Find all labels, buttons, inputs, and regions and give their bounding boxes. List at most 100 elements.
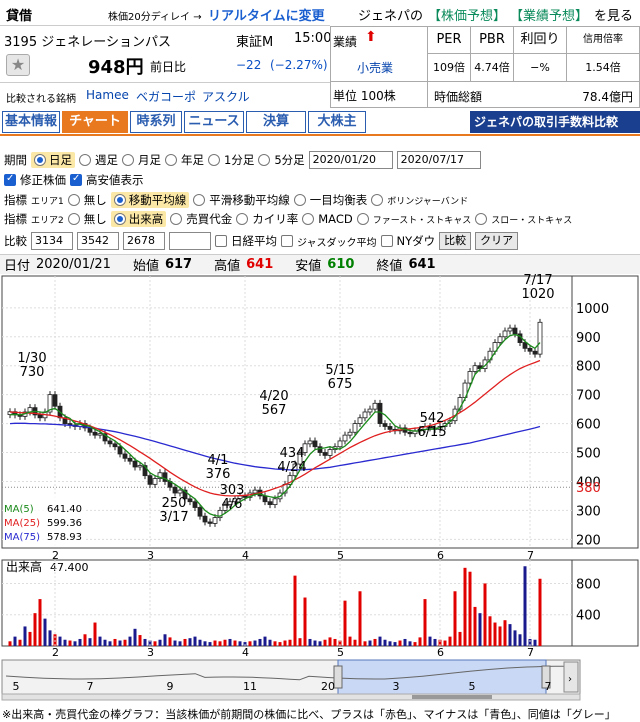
volume-bar [33, 613, 37, 646]
ind1-ma[interactable]: 移動平均線 [110, 192, 190, 208]
ind2-slow-stoch-radio[interactable] [475, 213, 488, 225]
ind2-deviation[interactable]: カイリ率 [252, 211, 298, 227]
legend-name: MA(25) [4, 518, 40, 529]
volume-bar [378, 636, 382, 646]
period-5min[interactable]: 5分足 [274, 152, 304, 168]
volume-bar [178, 641, 182, 646]
tab-shareholders[interactable]: 大株主 [308, 111, 366, 133]
ind2-fast-stoch-radio[interactable] [356, 213, 369, 225]
period-5min-radio[interactable] [258, 154, 271, 166]
candle-body [192, 501, 198, 508]
y-tick-label: 500 [576, 447, 601, 462]
period-monthly-radio[interactable] [122, 154, 134, 166]
candle-body [272, 498, 278, 505]
compare-button[interactable]: 比較 [439, 232, 472, 250]
nydow-checkbox[interactable] [380, 235, 393, 247]
compare-code-4[interactable] [169, 232, 211, 250]
star-icon[interactable]: ★ [6, 54, 30, 76]
ind2-macd-radio[interactable] [302, 213, 315, 225]
candle-body [172, 486, 178, 494]
compare-code-3[interactable]: 2678 [123, 232, 165, 250]
date-to-input[interactable]: 2020/07/17 [396, 151, 481, 169]
volume-bar [503, 620, 507, 646]
period-monthly[interactable]: 月足 [138, 152, 161, 168]
mcap-value: 78.4億円 [582, 90, 633, 104]
ind2-turnover[interactable]: 売買代金 [186, 211, 232, 227]
perf-cell: 業績 ⬆ 小売業 [330, 26, 428, 82]
ind2-none-radio[interactable] [67, 213, 80, 225]
ind2-volume[interactable]: 出来高 [110, 211, 167, 227]
ind2-none[interactable]: 無し [84, 211, 107, 227]
compare-code-2[interactable]: 3542 [77, 232, 119, 250]
realtime-link[interactable]: リアルタイムに変更 [208, 5, 325, 24]
tab-news[interactable]: ニュース [184, 111, 244, 133]
volume-bar [83, 634, 87, 646]
volume-bar [428, 636, 432, 646]
quote-close-label: 終値 [376, 259, 403, 274]
jasdaq-checkbox[interactable] [281, 235, 293, 247]
date-from-input[interactable]: 2020/01/20 [308, 151, 393, 169]
ind1-none-radio[interactable] [67, 194, 80, 206]
navigator-label: 11 [243, 680, 257, 693]
annotation-date: 5/15 [325, 363, 354, 378]
period-weekly[interactable]: 週足 [95, 152, 118, 168]
fee-comparison-banner[interactable]: ジェネパの取引手数料比較 [470, 111, 640, 133]
tab-timeseries[interactable]: 時系列 [130, 111, 182, 133]
quote-low-label: 安値 [295, 259, 322, 274]
candle-body [202, 515, 208, 523]
price-forecast-link[interactable]: 【株価予想】 [428, 5, 506, 24]
ind2-deviation-radio[interactable] [236, 213, 249, 225]
tab-basic-info[interactable]: 基本情報 [2, 111, 60, 133]
period-daily[interactable]: 日足 [31, 152, 75, 168]
nikkei-checkbox[interactable] [215, 235, 227, 247]
ind1-ichimoku[interactable]: 一目均衡表 [310, 192, 368, 208]
compare-link-vega[interactable]: ベガコーポ [136, 88, 196, 105]
ind2-turnover-radio[interactable] [170, 213, 183, 225]
ind2-fast-stoch[interactable]: ファースト・ストキャス [373, 213, 472, 226]
period-yearly[interactable]: 年足 [181, 152, 204, 168]
sector-link[interactable]: 小売業 [357, 59, 393, 76]
tab-chart[interactable]: チャート [62, 111, 128, 133]
compare-link-askul[interactable]: アスクル [202, 88, 250, 105]
volume-tick-label: 800 [576, 577, 601, 592]
period-yearly-radio[interactable] [165, 154, 177, 166]
volume-bar [108, 641, 112, 646]
volume-x-label: 5 [337, 646, 344, 659]
annotation-value: 434 [280, 446, 305, 461]
perf-forecast-link[interactable]: 【業績予想】 [510, 5, 588, 24]
ind1-bollinger[interactable]: ボリンジャーバンド [387, 194, 468, 207]
period-1min-radio[interactable] [208, 154, 220, 166]
period-1min[interactable]: 1分足 [224, 152, 254, 168]
period-weekly-radio[interactable] [79, 154, 91, 166]
ind1-bollinger-radio[interactable] [371, 194, 384, 206]
compare-code-1[interactable]: 3134 [31, 232, 73, 250]
ind1-ichimoku-radio[interactable] [293, 194, 306, 206]
unit-label: 単位 100株 [333, 89, 396, 103]
margin-header: 信用倍率 [566, 26, 640, 54]
tab-earnings[interactable]: 決算 [246, 111, 306, 133]
ind1-smooth[interactable]: 平滑移動平均線 [209, 192, 290, 208]
volume-bar [128, 636, 132, 646]
change-label: 前日比 [150, 60, 187, 74]
volume-bar [233, 640, 237, 646]
compare-link-hamee[interactable]: Hamee [86, 88, 129, 102]
hilo-checkbox[interactable] [70, 173, 82, 186]
ind2-slow-stoch[interactable]: スロー・ストキャス [491, 213, 572, 226]
volume-bar [433, 638, 437, 646]
candle-body [127, 457, 133, 462]
volume-bar [358, 591, 362, 646]
volume-bar [38, 599, 42, 646]
candle-body [387, 426, 393, 430]
radio-icon [113, 213, 126, 225]
compare-label: 比較される銘柄 [6, 94, 76, 105]
legend-value: 578.93 [47, 532, 82, 543]
ind2-macd[interactable]: MACD [318, 212, 352, 226]
volume-bar [163, 634, 167, 646]
volume-bar [253, 640, 257, 646]
ind1-none[interactable]: 無し [84, 192, 107, 208]
clear-button[interactable]: クリア [475, 232, 519, 250]
volume-axis-area [571, 559, 639, 647]
candle-body [367, 408, 373, 413]
ind1-smooth-radio[interactable] [193, 194, 206, 206]
adj-price-checkbox[interactable] [4, 173, 16, 186]
